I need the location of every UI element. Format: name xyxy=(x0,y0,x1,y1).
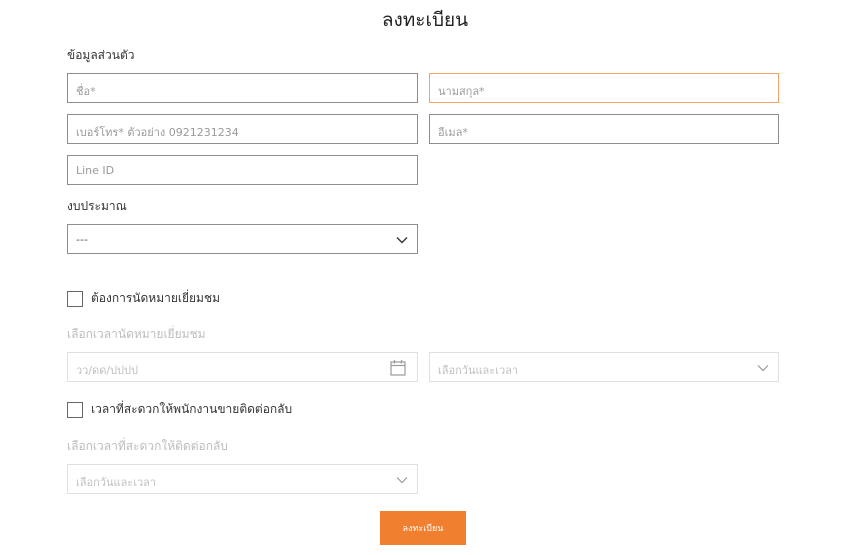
contact-checkbox-label: เวลาที่สะดวกให้พนักงานขายติดต่อกลับ xyxy=(91,402,293,416)
last-name-placeholder: นามสกุล* xyxy=(438,85,485,98)
appointment-datetime-select[interactable]: เลือกวันและเวลา xyxy=(429,352,779,382)
email-field[interactable]: อีเมล* xyxy=(429,114,779,144)
chevron-down-icon xyxy=(396,237,408,244)
appointment-checkbox-label: ต้องการนัดหมายเยี่ยมชม xyxy=(91,291,221,305)
contact-datetime-select[interactable]: เลือกวันและเวลา xyxy=(67,464,418,494)
contact-checkbox-row[interactable]: เวลาที่สะดวกให้พนักงานขายติดต่อกลับ xyxy=(67,400,292,419)
phone-field[interactable]: เบอร์โทร* ตัวอย่าง 0921231234 xyxy=(67,114,418,144)
contact-time-label: เลือกเวลาที่สะดวกให้ติดต่อกลับ xyxy=(67,439,228,453)
line-id-field[interactable]: Line ID xyxy=(67,155,418,185)
submit-button[interactable]: ลงทะเบียน xyxy=(380,511,466,545)
chevron-down-icon xyxy=(396,477,408,484)
appointment-checkbox[interactable] xyxy=(67,290,83,307)
page-title: ลงทะเบียน xyxy=(381,9,469,31)
first-name-field[interactable]: ชื่อ* xyxy=(67,73,418,103)
chevron-down-icon xyxy=(757,365,769,372)
date-placeholder: วว/ดด/ปปปป xyxy=(76,364,138,377)
budget-select[interactable]: --- xyxy=(67,224,418,254)
personal-info-label: ข้อมูลส่วนตัว xyxy=(67,48,135,62)
appointment-time-label: เลือกเวลานัดหมายเยี่ยมชม xyxy=(67,327,206,341)
email-placeholder: อีเมล* xyxy=(438,126,468,139)
contact-select-placeholder: เลือกวันและเวลา xyxy=(76,476,157,489)
phone-placeholder: เบอร์โทร* ตัวอย่าง 0921231234 xyxy=(76,126,239,139)
contact-checkbox[interactable] xyxy=(67,401,83,418)
budget-selected-value: --- xyxy=(76,233,88,246)
line-id-placeholder: Line ID xyxy=(76,164,115,177)
appointment-checkbox-row[interactable]: ต้องการนัดหมายเยี่ยมชม xyxy=(67,289,220,308)
last-name-field[interactable]: นามสกุล* xyxy=(429,73,779,103)
datetime-select-placeholder: เลือกวันและเวลา xyxy=(438,364,519,377)
budget-label: งบประมาณ xyxy=(67,199,127,213)
first-name-placeholder: ชื่อ* xyxy=(76,85,96,98)
appointment-date-field[interactable]: วว/ดด/ปปปป xyxy=(67,352,418,382)
calendar-icon[interactable] xyxy=(390,359,406,376)
